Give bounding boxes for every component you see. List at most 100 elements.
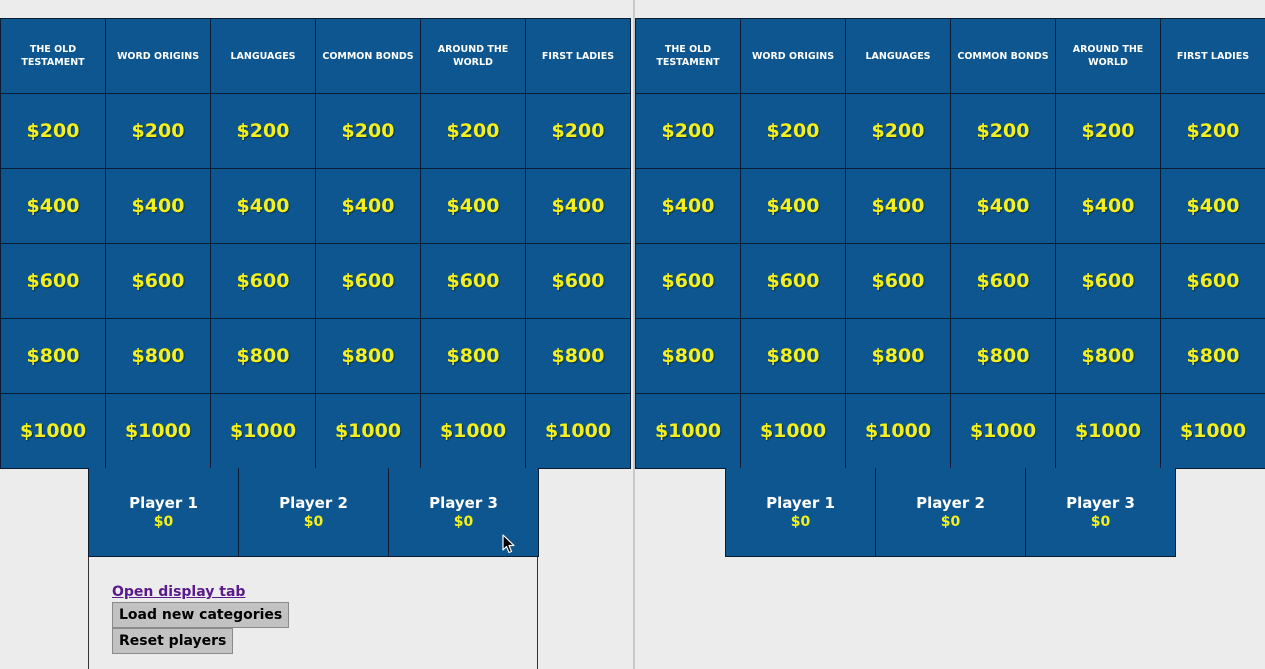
category-header: LANGUAGES [211,19,316,94]
clue-tile[interactable]: $200 [951,94,1056,169]
clue-tile[interactable]: $200 [1056,94,1161,169]
clue-tile[interactable]: $1000 [741,394,846,469]
player-card: Player 1 $0 [726,468,876,557]
clue-tile[interactable]: $200 [1161,94,1265,169]
category-header: AROUND THE WORLD [1056,19,1161,94]
clue-tile[interactable]: $1000 [1,394,106,469]
clue-tile[interactable]: $200 [846,94,951,169]
clue-tile[interactable]: $1000 [636,394,741,469]
clue-tile[interactable]: $200 [741,94,846,169]
category-header: THE OLD TESTAMENT [1,19,106,94]
category-header: THE OLD TESTAMENT [636,19,741,94]
clue-tile[interactable]: $200 [316,94,421,169]
category-header: LANGUAGES [846,19,951,94]
clue-tile[interactable]: $400 [106,169,211,244]
clue-tile[interactable]: $600 [741,244,846,319]
open-display-tab-link[interactable]: Open display tab [112,584,245,600]
clue-tile[interactable]: $600 [526,244,631,319]
clue-tile[interactable]: $1000 [211,394,316,469]
display-pane: THE OLD TESTAMENT WORD ORIGINS LANGUAGES CO… [635,0,1265,669]
player-card: Player 3 $0 [1026,468,1176,557]
clue-tile[interactable]: $200 [421,94,526,169]
game-board: THE OLD TESTAMENT WORD ORIGINS LANGUAGES CO… [0,18,631,469]
clue-tile[interactable]: $800 [846,319,951,394]
load-new-categories-button[interactable]: Load new categories [112,602,290,628]
host-controls: Open display tab Load new categories Res… [88,557,538,669]
clue-tile[interactable]: $400 [421,169,526,244]
player-name: Player 1 [129,493,198,512]
category-header: COMMON BONDS [316,19,421,94]
clue-tile[interactable]: $200 [211,94,316,169]
clue-tile[interactable]: $1000 [951,394,1056,469]
clue-tile[interactable]: $1000 [846,394,951,469]
players-bar: Player 1 $0 Player 2 $0 Player 3 $0 [725,468,1176,557]
clue-tile[interactable]: $800 [1161,319,1265,394]
category-header: COMMON BONDS [951,19,1056,94]
clue-tile[interactable]: $200 [106,94,211,169]
player-score: $0 [790,513,811,530]
player-name: Player 1 [766,493,835,512]
clue-tile[interactable]: $1000 [106,394,211,469]
clue-tile[interactable]: $1000 [421,394,526,469]
clue-tile[interactable]: $400 [741,169,846,244]
clue-tile[interactable]: $800 [106,319,211,394]
clue-tile[interactable]: $400 [1056,169,1161,244]
player-name: Player 3 [1066,493,1135,512]
player-name: Player 2 [279,493,348,512]
clue-tile[interactable]: $800 [636,319,741,394]
category-header: WORD ORIGINS [106,19,211,94]
player-score: $0 [303,513,324,530]
clue-tile[interactable]: $400 [211,169,316,244]
clue-tile[interactable]: $400 [526,169,631,244]
player-name: Player 2 [916,493,985,512]
player-score: $0 [153,513,174,530]
clue-tile[interactable]: $600 [1056,244,1161,319]
clue-tile[interactable]: $400 [316,169,421,244]
clue-tile[interactable]: $1000 [526,394,631,469]
clue-tile[interactable]: $600 [846,244,951,319]
clue-tile[interactable]: $800 [1056,319,1161,394]
category-header: AROUND THE WORLD [421,19,526,94]
clue-tile[interactable]: $800 [211,319,316,394]
clue-tile[interactable]: $800 [951,319,1056,394]
clue-tile[interactable]: $600 [106,244,211,319]
clue-tile[interactable]: $400 [846,169,951,244]
player-score: $0 [940,513,961,530]
clue-tile[interactable]: $600 [1,244,106,319]
clue-tile[interactable]: $800 [526,319,631,394]
clue-tile[interactable]: $200 [1,94,106,169]
category-header: WORD ORIGINS [741,19,846,94]
clue-tile[interactable]: $600 [636,244,741,319]
player-card: Player 1 $0 [89,468,239,557]
clue-tile[interactable]: $400 [951,169,1056,244]
clue-tile[interactable]: $600 [1161,244,1265,319]
clue-tile[interactable]: $200 [526,94,631,169]
player-score: $0 [453,513,474,530]
clue-tile[interactable]: $600 [951,244,1056,319]
category-header: FIRST LADIES [1161,19,1265,94]
clue-tile[interactable]: $200 [636,94,741,169]
clue-tile[interactable]: $800 [316,319,421,394]
clue-tile[interactable]: $800 [741,319,846,394]
host-pane: THE OLD TESTAMENT WORD ORIGINS LANGUAGES CO… [0,0,633,669]
game-board: THE OLD TESTAMENT WORD ORIGINS LANGUAGES CO… [635,18,1265,469]
clue-tile[interactable]: $400 [1,169,106,244]
player-card: Player 3 $0 [389,468,539,557]
clue-tile[interactable]: $600 [421,244,526,319]
players-bar: Player 1 $0 Player 2 $0 Player 3 $0 [88,468,539,557]
category-header: FIRST LADIES [526,19,631,94]
clue-tile[interactable]: $400 [1161,169,1265,244]
clue-tile[interactable]: $800 [1,319,106,394]
clue-tile[interactable]: $1000 [1056,394,1161,469]
clue-tile[interactable]: $1000 [1161,394,1265,469]
clue-tile[interactable]: $1000 [316,394,421,469]
mouse-pointer-icon [502,534,515,554]
clue-tile[interactable]: $600 [316,244,421,319]
clue-tile[interactable]: $800 [421,319,526,394]
player-name: Player 3 [429,493,498,512]
clue-tile[interactable]: $400 [636,169,741,244]
reset-players-button[interactable]: Reset players [112,628,234,654]
player-card: Player 2 $0 [876,468,1026,557]
clue-tile[interactable]: $600 [211,244,316,319]
player-card: Player 2 $0 [239,468,389,557]
